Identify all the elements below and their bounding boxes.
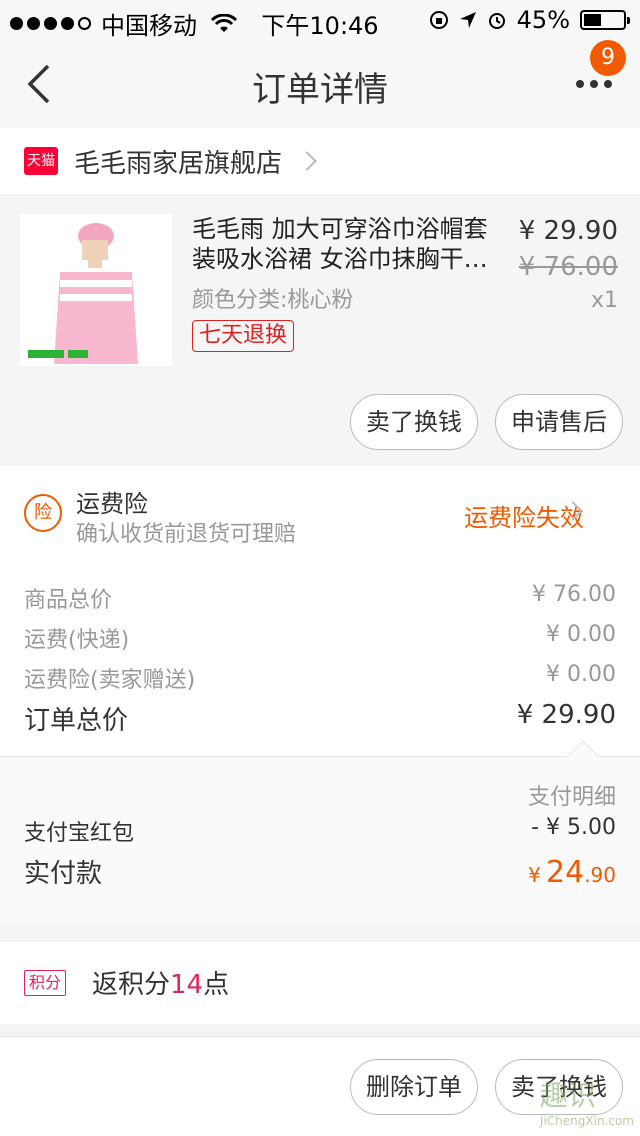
summary-label: 商品总价 (24, 588, 113, 613)
watermark: 趣识 JiChengXin.com (540, 1074, 634, 1128)
summary-value: ¥ 0.00 (546, 662, 616, 687)
product-variant: 颜色分类:桃心粉 (192, 288, 354, 313)
paid-decimal: .90 (584, 863, 616, 887)
price-summary: 商品总价 ¥ 76.00 运费(快递) ¥ 0.00 运费险(卖家赠送) ¥ 0… (0, 556, 640, 756)
nav-bar: 订单详情 9 (0, 40, 640, 128)
status-right: 45% (429, 6, 630, 34)
summary-row: 运费险(卖家赠送) ¥ 0.00 (24, 662, 616, 694)
points-suffix: 点 (203, 970, 230, 1000)
discount-label: 支付宝红包 (24, 821, 135, 846)
rotation-lock-icon (429, 11, 448, 29)
paid-currency: ¥ (528, 863, 541, 887)
tmall-icon: 天猫 (24, 147, 58, 175)
insurance-subtitle: 确认收货前退货可理赔 (76, 522, 297, 547)
summary-label: 运费(快递) (24, 628, 130, 653)
discount-value: - ¥ 5.00 (531, 815, 616, 840)
payment-detail-header: 支付明细 (527, 785, 616, 810)
order-total-row: 订单总价 ¥ 29.90 (24, 700, 616, 737)
paid-integer: 24 (546, 855, 585, 890)
product-quantity: x1 (590, 288, 618, 313)
insurance-title: 运费险 (76, 490, 148, 518)
points-badge: 积分 (24, 970, 67, 996)
shipping-insurance-row[interactable]: 险 运费险 确认收货前退货可理赔 运费险失效 (0, 466, 640, 556)
location-icon (459, 12, 476, 28)
after-sales-button[interactable]: 申请售后 (495, 394, 623, 450)
summary-value: ¥ 76.00 (532, 582, 616, 607)
paid-amount: ¥ 24.90 (528, 855, 616, 890)
order-total-value: ¥ 29.90 (516, 700, 616, 730)
insurance-status: 运费险失效 (464, 504, 584, 532)
battery-percent: 45% (516, 6, 570, 34)
store-name: 毛毛雨家居旗舰店 (74, 148, 283, 179)
summary-row: 商品总价 ¥ 76.00 (24, 582, 616, 614)
product-title: 毛毛雨 加大可穿浴巾浴帽套装吸水浴裙 女浴巾抹胸干… (192, 215, 488, 273)
product-price: ¥ 29.90 (518, 216, 618, 246)
points-prefix: 返积分 (92, 970, 171, 1000)
page-title: 订单详情 (252, 70, 388, 110)
summary-label: 运费险(卖家赠送) (24, 668, 196, 693)
more-icon[interactable] (576, 76, 616, 92)
watermark-text: 趣识 (539, 1079, 596, 1112)
watermark-sub: JiChengXin.com (539, 1114, 634, 1128)
product-image[interactable] (20, 214, 172, 366)
payment-detail: 支付明细 支付宝红包 - ¥ 5.00 实付款 ¥ 24.90 (0, 757, 640, 923)
battery-icon (580, 10, 630, 30)
message-count-badge: 9 (590, 40, 626, 76)
points-count: 14 (170, 970, 204, 1000)
discount-row: 支付宝红包 - ¥ 5.00 (24, 815, 616, 847)
paid-label: 实付款 (24, 859, 103, 889)
alarm-icon (488, 13, 505, 29)
insurance-icon: 险 (24, 494, 62, 532)
chevron-right-icon (297, 151, 317, 171)
sell-for-cash-button[interactable]: 卖了换钱 (350, 394, 478, 450)
status-bar: 中国移动 下午10:46 45% (0, 0, 640, 40)
points-row: 积分 返积分14点 (0, 942, 640, 1024)
paid-row: 实付款 ¥ 24.90 (24, 853, 616, 890)
summary-value: ¥ 0.00 (546, 622, 616, 647)
points-text: 返积分14点 (92, 964, 229, 1001)
summary-row: 运费(快递) ¥ 0.00 (24, 622, 616, 654)
return-policy-badge: 七天退换 (192, 320, 295, 352)
delete-order-button[interactable]: 删除订单 (350, 1059, 478, 1115)
order-total-label: 订单总价 (24, 706, 129, 736)
store-row[interactable]: 天猫 毛毛雨家居旗舰店 (0, 128, 640, 194)
product-original-price: ¥ 76.00 (518, 252, 618, 282)
product-card[interactable]: 毛毛雨 加大可穿浴巾浴帽套装吸水浴裙 女浴巾抹胸干… 颜色分类:桃心粉 七天退换… (0, 202, 640, 466)
